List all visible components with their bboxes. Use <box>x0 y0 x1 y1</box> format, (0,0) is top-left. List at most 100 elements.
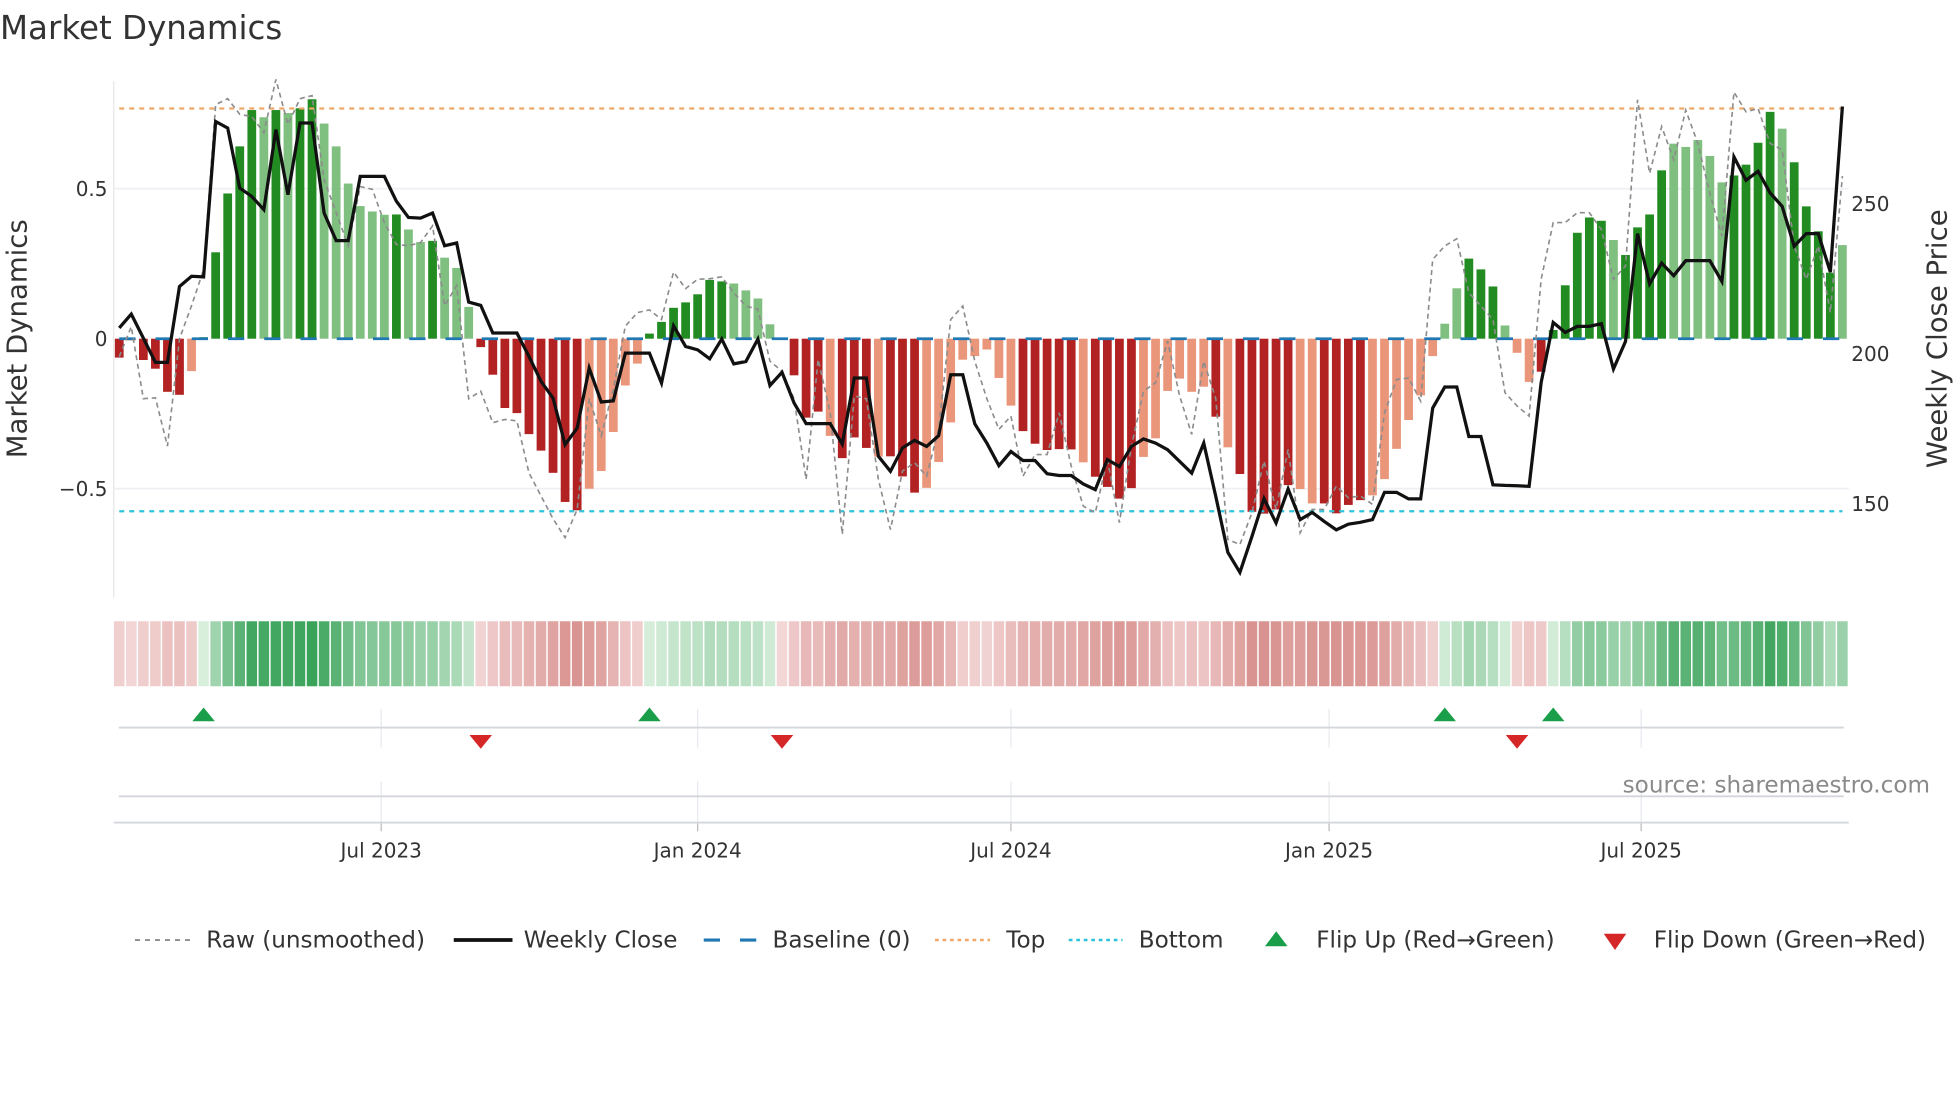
heatmap-cell <box>861 621 872 687</box>
momentum-bar <box>1090 338 1100 477</box>
momentum-bar <box>1042 338 1052 451</box>
heatmap-cell <box>535 621 547 687</box>
heatmap-cell <box>354 621 366 687</box>
legend-close-label: Weekly Close <box>524 928 678 954</box>
heatmap-cell <box>1728 621 1740 687</box>
momentum-bar <box>1235 338 1245 475</box>
momentum-bar <box>343 183 353 339</box>
momentum-bar <box>1693 140 1703 339</box>
heatmap-cell <box>1174 621 1185 687</box>
heatmap-cell <box>1090 621 1101 687</box>
heatmap-cell <box>692 621 703 687</box>
heatmap-cell <box>608 621 619 687</box>
momentum-bar <box>1428 338 1438 357</box>
flip-down-triangle-icon <box>1603 933 1627 950</box>
heatmap-cell <box>1547 621 1559 687</box>
heatmap-cell <box>511 621 523 687</box>
y-tick-label: 0 <box>95 327 108 351</box>
heatmap-cell <box>198 621 209 687</box>
momentum-bar <box>1452 288 1462 339</box>
momentum-bar <box>1283 338 1293 486</box>
legend-item-top: Top <box>935 928 1045 954</box>
momentum-bar <box>1404 338 1413 421</box>
y2-tick-label: 150 <box>1851 492 1889 516</box>
heatmap-cell <box>1740 621 1752 687</box>
heatmap-cell <box>632 621 643 687</box>
heatmap-cell <box>1788 621 1800 687</box>
momentum-bar <box>1187 338 1197 392</box>
flip-down-marker <box>469 735 492 749</box>
momentum-bar <box>1584 217 1594 339</box>
momentum-bar <box>1163 338 1172 391</box>
momentum-bar <box>1609 239 1618 339</box>
heatmap-cell <box>547 621 559 687</box>
momentum-bar <box>1018 338 1028 432</box>
heatmap-cell <box>499 621 511 687</box>
heatmap-cell <box>1282 621 1294 687</box>
heatmap-cell <box>1343 621 1354 687</box>
flip-down-marker <box>1505 735 1529 749</box>
legend-flip-up-label: Flip Up (Red→Green) <box>1316 928 1554 954</box>
heatmap-cell <box>294 621 306 687</box>
flip-up-triangle-icon <box>1265 931 1288 947</box>
momentum-bar <box>982 338 992 350</box>
momentum-bar <box>1368 338 1377 496</box>
momentum-bar <box>355 206 365 339</box>
heatmap-cell <box>246 621 258 687</box>
momentum-bar <box>1801 206 1811 339</box>
heatmap-cell <box>1596 621 1607 687</box>
momentum-bar <box>1295 338 1305 490</box>
momentum-bar <box>693 294 703 339</box>
momentum-bar <box>958 338 968 360</box>
heatmap-cell <box>1704 621 1716 687</box>
legend-top-label: Top <box>1005 928 1045 954</box>
heatmap-cell <box>595 621 607 687</box>
momentum-bar <box>1066 338 1076 450</box>
heatmap-cell <box>1306 621 1318 687</box>
momentum-bar <box>596 338 606 472</box>
momentum-bar <box>681 302 690 339</box>
heatmap-cell <box>728 621 740 687</box>
heatmap-cell <box>1041 621 1053 687</box>
heatmap-cell <box>1692 621 1704 687</box>
legend-item-flip-down: Flip Down (Green→Red) <box>1603 928 1926 954</box>
heatmap-cell <box>523 621 535 687</box>
heatmap-cell <box>1258 621 1270 687</box>
heatmap-cell <box>1632 621 1643 687</box>
heatmap-cell <box>571 621 583 687</box>
heatmap-cell <box>1138 621 1149 687</box>
heatmap-cell <box>318 621 330 687</box>
flip-down-marker <box>770 735 794 749</box>
momentum-bar <box>367 211 377 339</box>
heatmap-cell <box>764 621 776 687</box>
heatmap-cell <box>222 621 233 687</box>
momentum-bar <box>512 338 522 414</box>
momentum-bar <box>1669 143 1679 339</box>
heatmap-cell <box>162 621 173 687</box>
flip-up-marker <box>1541 707 1565 722</box>
legend-item-baseline: Baseline (0) <box>703 928 911 954</box>
heatmap-cell <box>1813 621 1824 687</box>
heatmap-cell <box>788 621 800 687</box>
momentum-bar <box>416 242 425 339</box>
heatmap-cell <box>1150 621 1161 687</box>
heatmap-cell <box>1608 621 1619 687</box>
momentum-bar <box>1307 338 1317 504</box>
momentum-bar <box>1488 286 1498 339</box>
heatmap-cell <box>113 621 125 687</box>
momentum-bar <box>645 333 654 339</box>
heatmap-cell <box>1535 621 1547 687</box>
heatmap-cell <box>1210 621 1222 687</box>
momentum-bar <box>1597 220 1606 339</box>
x-tick-label: Jul 2024 <box>968 839 1051 863</box>
heatmap-cell <box>1499 621 1511 687</box>
heatmap-cell <box>921 621 932 687</box>
flip-markers-panel <box>118 707 1844 823</box>
heatmap-cell <box>1716 621 1728 687</box>
momentum-bar <box>1440 323 1450 339</box>
heatmap-cell <box>981 621 993 687</box>
momentum-bar <box>1681 146 1691 339</box>
heatmap-cell <box>824 621 836 687</box>
momentum-bar <box>729 283 739 339</box>
momentum-bar <box>223 193 233 339</box>
